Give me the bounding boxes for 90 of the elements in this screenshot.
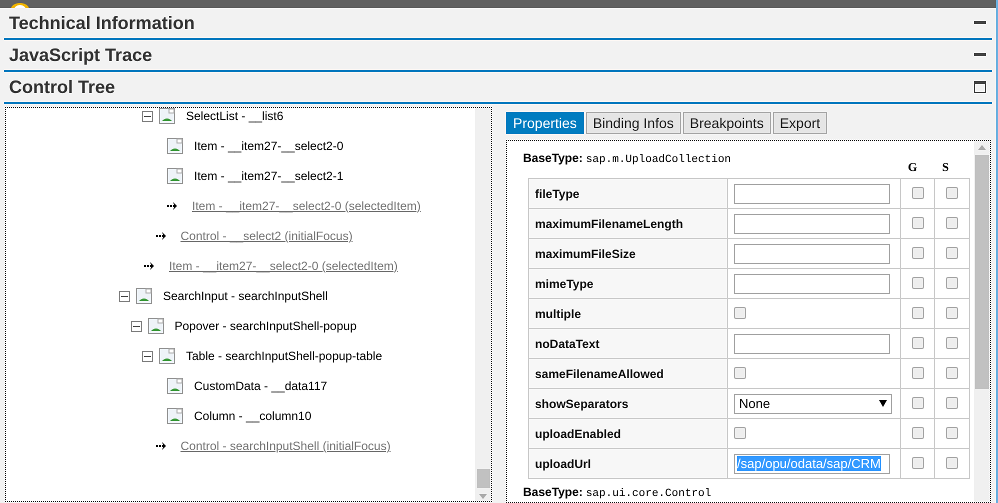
- checkbox[interactable]: [912, 457, 924, 470]
- checkbox[interactable]: [912, 367, 924, 380]
- window-icon[interactable]: [974, 81, 986, 93]
- checkbox[interactable]: [912, 277, 924, 290]
- minimize-icon[interactable]: [974, 53, 986, 57]
- image-icon: [167, 408, 183, 424]
- checkbox[interactable]: [946, 367, 958, 380]
- tree-item[interactable]: SearchInput - searchInputShell: [163, 289, 328, 303]
- checkbox[interactable]: [946, 187, 958, 200]
- checkbox[interactable]: [946, 217, 958, 230]
- tab[interactable]: Properties: [506, 112, 584, 134]
- arrow-icon: [156, 232, 168, 240]
- base-type-label: BaseType:: [523, 485, 583, 499]
- arrow-icon: [156, 442, 168, 450]
- tab[interactable]: Binding Infos: [586, 112, 681, 134]
- checkbox[interactable]: [734, 307, 746, 320]
- arrow-icon: [144, 262, 156, 270]
- column-header: G: [906, 160, 918, 176]
- tree-item[interactable]: Item - __item27-__select2-1: [194, 169, 344, 183]
- arrow-icon: [167, 202, 179, 210]
- logo-icon: [10, 2, 30, 8]
- base-type-label: BaseType:: [523, 151, 583, 165]
- tree-item[interactable]: Item - __item27-__select2-0: [194, 139, 344, 153]
- checkbox[interactable]: [946, 457, 958, 470]
- section-header[interactable]: Control Tree: [4, 72, 992, 104]
- scroll-thumb[interactable]: [476, 469, 490, 488]
- checkbox[interactable]: [912, 397, 924, 410]
- property-name: showSeparators: [528, 388, 728, 418]
- checkbox[interactable]: [946, 427, 958, 440]
- tree-item[interactable]: Popover - searchInputShell-popup: [174, 319, 357, 333]
- checkbox[interactable]: [946, 307, 958, 320]
- tree-link[interactable]: Item - __item27-__select2-0 (selectedItem): [169, 259, 398, 273]
- checkbox[interactable]: [734, 367, 746, 380]
- tree-link[interactable]: Item - __item27-__select2-0 (selectedItem): [192, 199, 421, 213]
- image-icon: [167, 138, 183, 154]
- property-name: maximumFileSize: [528, 238, 728, 268]
- base-type: sap.ui.core.Control: [586, 488, 712, 500]
- checkbox[interactable]: [734, 427, 746, 440]
- image-icon: [136, 288, 152, 304]
- tree-link[interactable]: Control - searchInputShell (initialFocus): [180, 439, 391, 453]
- input-field[interactable]: [734, 184, 890, 204]
- scrollbar[interactable]: [974, 141, 990, 502]
- scroll-thumb[interactable]: [975, 155, 989, 389]
- checkbox[interactable]: [912, 247, 924, 260]
- collapse-toggle[interactable]: [130, 320, 142, 332]
- property-name: noDataText: [528, 328, 728, 358]
- scroll-up-icon[interactable]: [978, 145, 986, 150]
- checkbox[interactable]: [912, 217, 924, 230]
- input-field[interactable]: [734, 244, 890, 264]
- checkbox[interactable]: [912, 337, 924, 350]
- dropdown[interactable]: None: [734, 394, 892, 414]
- image-icon: [167, 168, 183, 184]
- checkbox[interactable]: [912, 307, 924, 320]
- checkbox[interactable]: [912, 187, 924, 200]
- scroll-down-icon[interactable]: [479, 494, 487, 499]
- caret-icon: [879, 400, 888, 407]
- property-name: uploadEnabled: [528, 418, 728, 448]
- property-name: maximumFilenameLength: [528, 208, 728, 238]
- tree-item[interactable]: Column - __column10: [194, 409, 312, 423]
- tree-item[interactable]: SelectList - __list6: [186, 109, 284, 123]
- base-type: sap.m.UploadCollection: [586, 154, 732, 166]
- input-field[interactable]: [734, 214, 890, 234]
- property-name: fileType: [528, 178, 728, 208]
- property-name: mimeType: [528, 268, 728, 298]
- image-icon: [148, 318, 164, 334]
- minimize-icon[interactable]: [974, 21, 986, 25]
- checkbox[interactable]: [946, 247, 958, 260]
- tab[interactable]: Export: [772, 112, 828, 134]
- checkbox[interactable]: [912, 427, 924, 440]
- collapse-toggle[interactable]: [142, 110, 153, 122]
- property-name: multiple: [528, 298, 728, 328]
- input-field[interactable]: [734, 274, 890, 294]
- collapse-toggle[interactable]: [119, 290, 130, 302]
- checkbox[interactable]: [946, 397, 958, 410]
- image-icon: [159, 348, 175, 364]
- image-icon: [167, 378, 183, 394]
- tree-item[interactable]: Table - searchInputShell-popup-table: [186, 349, 382, 363]
- section-header[interactable]: JavaScript Trace: [4, 40, 992, 72]
- property-name: uploadUrl: [528, 448, 728, 478]
- scrollbar[interactable]: [475, 108, 491, 501]
- checkbox[interactable]: [946, 337, 958, 350]
- checkbox[interactable]: [946, 277, 958, 290]
- section-header[interactable]: Technical Information: [4, 8, 992, 40]
- tab[interactable]: Breakpoints: [682, 112, 771, 134]
- collapse-toggle[interactable]: [142, 350, 153, 362]
- property-name: sameFilenameAllowed: [528, 358, 728, 388]
- input-field[interactable]: [734, 334, 890, 354]
- column-header: S: [941, 160, 950, 176]
- tree-item[interactable]: CustomData - __data117: [194, 379, 328, 393]
- tree-link[interactable]: Control - __select2 (initialFocus): [180, 229, 353, 243]
